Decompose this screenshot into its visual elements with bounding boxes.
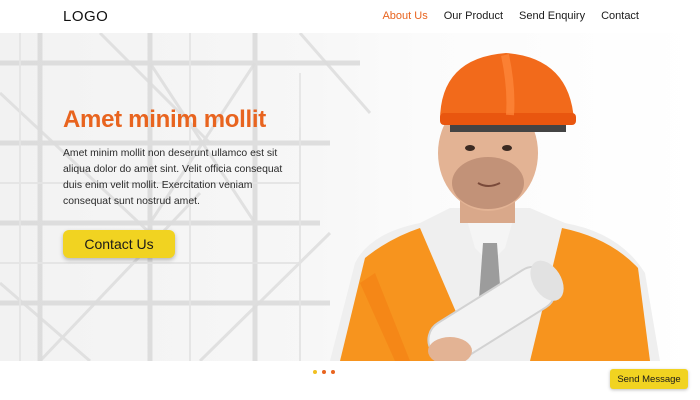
hero-title: Amet minim mollit [63,106,266,133]
nav-item-contact[interactable]: Contact [601,10,639,22]
nav-item-send-enquiry[interactable]: Send Enquiry [519,10,585,22]
carousel-dot-icon[interactable] [322,370,326,374]
logo[interactable]: LOGO [63,8,108,25]
send-message-button[interactable]: Send Message [610,369,688,389]
hero-description: Amet minim mollit non deserunt ullamco e… [63,148,283,207]
hero-banner: Amet minim mollit Amet minim mollit non … [0,33,700,361]
carousel-dot-icon[interactable] [313,370,317,374]
site-header: LOGO About Us Our Product Send Enquiry C… [0,0,700,33]
nav-item-our-product[interactable]: Our Product [444,10,503,22]
construction-worker-image [330,53,660,361]
nav-item-about-us[interactable]: About Us [382,10,427,22]
carousel-dots [313,370,335,374]
carousel-dot-icon[interactable] [331,370,335,374]
main-nav: About Us Our Product Send Enquiry Contac… [382,10,639,22]
contact-us-button[interactable]: Contact Us [63,230,175,258]
